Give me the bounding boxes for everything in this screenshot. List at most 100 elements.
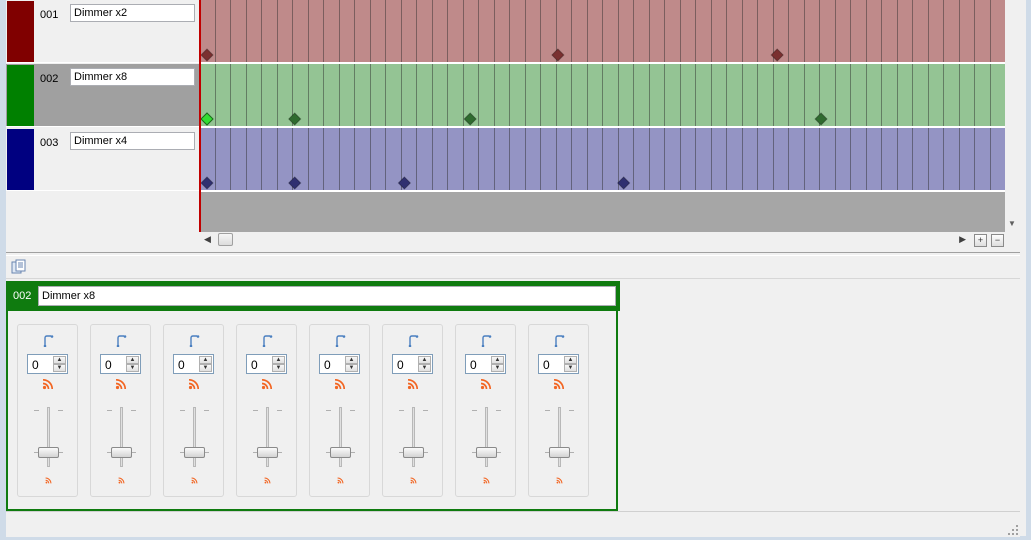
fader-track[interactable] bbox=[412, 407, 415, 467]
vertical-scrollbar[interactable]: ▼ bbox=[1005, 0, 1020, 232]
fader-track[interactable] bbox=[266, 407, 269, 467]
scroll-down-arrow-icon[interactable]: ▼ bbox=[1008, 219, 1016, 228]
rss-icon[interactable] bbox=[42, 378, 54, 393]
rss-icon[interactable] bbox=[410, 475, 417, 487]
keyframe-marker[interactable] bbox=[463, 112, 477, 126]
playback-cursor[interactable] bbox=[199, 0, 201, 232]
rss-icon[interactable] bbox=[480, 378, 492, 393]
keyframe-marker[interactable] bbox=[397, 176, 412, 190]
track-header-002[interactable]: 002 Dimmer x8 bbox=[6, 64, 199, 127]
track-header-001[interactable]: 001 Dimmer x2 bbox=[6, 0, 199, 63]
track-name-field[interactable]: Dimmer x2 bbox=[70, 4, 195, 22]
curve-icon[interactable] bbox=[334, 335, 346, 347]
spinner-up-button[interactable]: ▲ bbox=[126, 356, 139, 364]
channel-value-spinner[interactable]: 0 ▲ ▼ bbox=[246, 354, 287, 374]
keyframe-marker[interactable] bbox=[200, 48, 214, 62]
resize-grip-icon[interactable] bbox=[1008, 525, 1018, 535]
spinner-down-button[interactable]: ▼ bbox=[564, 364, 577, 372]
spinner-down-button[interactable]: ▼ bbox=[126, 364, 139, 372]
rss-icon[interactable] bbox=[553, 378, 565, 393]
rss-icon[interactable] bbox=[188, 378, 200, 393]
fader-knob[interactable] bbox=[330, 447, 351, 458]
rss-icon[interactable] bbox=[337, 475, 344, 487]
spinner-up-button[interactable]: ▲ bbox=[272, 356, 285, 364]
spinner-down-button[interactable]: ▼ bbox=[53, 364, 66, 372]
keyframe-marker[interactable] bbox=[616, 176, 631, 190]
rss-icon[interactable] bbox=[115, 378, 127, 393]
track-header-003[interactable]: 003 Dimmer x4 bbox=[6, 128, 199, 191]
curve-icon[interactable] bbox=[188, 335, 200, 347]
keyframe-marker[interactable] bbox=[814, 112, 828, 126]
rss-icon[interactable] bbox=[334, 378, 346, 393]
rss-icon[interactable] bbox=[407, 378, 419, 393]
rss-icon[interactable] bbox=[264, 475, 271, 487]
fader-knob[interactable] bbox=[38, 447, 59, 458]
track-name-field[interactable]: Dimmer x4 bbox=[70, 132, 195, 150]
curve-icon[interactable] bbox=[42, 335, 54, 347]
fader-track[interactable] bbox=[339, 407, 342, 467]
rss-icon[interactable] bbox=[191, 475, 198, 487]
channel-value-spinner[interactable]: 0 ▲ ▼ bbox=[100, 354, 141, 374]
horizontal-scroll-thumb[interactable] bbox=[218, 233, 233, 246]
track-color-swatch[interactable] bbox=[7, 129, 34, 190]
rss-icon[interactable] bbox=[45, 475, 52, 487]
channel-value-spinner[interactable]: 0 ▲ ▼ bbox=[392, 354, 433, 374]
channel-value-spinner[interactable]: 0 ▲ ▼ bbox=[538, 354, 579, 374]
curve-icon[interactable] bbox=[480, 335, 492, 347]
curve-icon[interactable] bbox=[115, 335, 127, 347]
track-color-swatch[interactable] bbox=[7, 65, 34, 126]
fader-knob[interactable] bbox=[476, 447, 497, 458]
spinner-down-button[interactable]: ▼ bbox=[418, 364, 431, 372]
keyframe-marker[interactable] bbox=[551, 48, 565, 62]
spinner-up-button[interactable]: ▲ bbox=[491, 356, 504, 364]
keyframe-marker[interactable] bbox=[200, 176, 214, 190]
curve-icon[interactable] bbox=[407, 335, 419, 347]
fader-knob[interactable] bbox=[549, 447, 570, 458]
spinner-down-button[interactable]: ▼ bbox=[272, 364, 285, 372]
spinner-up-button[interactable]: ▲ bbox=[345, 356, 358, 364]
spinner-up-button[interactable]: ▲ bbox=[418, 356, 431, 364]
spinner-up-button[interactable]: ▲ bbox=[53, 356, 66, 364]
channel-value-spinner[interactable]: 0 ▲ ▼ bbox=[27, 354, 68, 374]
panel-track-name-field[interactable]: Dimmer x8 bbox=[38, 286, 616, 306]
keyframe-marker[interactable] bbox=[770, 48, 784, 62]
track-lane-001[interactable] bbox=[199, 0, 1005, 64]
spinner-down-button[interactable]: ▼ bbox=[345, 364, 358, 372]
properties-icon[interactable] bbox=[11, 259, 26, 274]
fader-knob[interactable] bbox=[257, 447, 278, 458]
spinner-down-button[interactable]: ▼ bbox=[199, 364, 212, 372]
keyframe-marker[interactable] bbox=[288, 176, 302, 190]
scroll-right-arrow-icon[interactable]: ▶ bbox=[959, 234, 966, 245]
channel-value-spinner[interactable]: 0 ▲ ▼ bbox=[465, 354, 506, 374]
track-name-field[interactable]: Dimmer x8 bbox=[70, 68, 195, 86]
curve-icon[interactable] bbox=[553, 335, 565, 347]
curve-icon[interactable] bbox=[261, 335, 273, 347]
keyframe-marker[interactable] bbox=[200, 112, 214, 126]
fader-knob[interactable] bbox=[403, 447, 424, 458]
fader-track[interactable] bbox=[47, 407, 50, 467]
fader-track[interactable] bbox=[120, 407, 123, 467]
track-lane-002[interactable] bbox=[199, 64, 1005, 128]
fader-knob[interactable] bbox=[111, 447, 132, 458]
horizontal-scrollbar[interactable]: ◀ ▶ bbox=[200, 232, 970, 248]
zoom-in-button[interactable]: + bbox=[974, 234, 987, 247]
rss-icon[interactable] bbox=[118, 475, 125, 487]
spinner-up-button[interactable]: ▲ bbox=[199, 356, 212, 364]
fader-knob[interactable] bbox=[184, 447, 205, 458]
track-lane-003[interactable] bbox=[199, 128, 1005, 192]
spinner-up-button[interactable]: ▲ bbox=[564, 356, 577, 364]
rss-icon[interactable] bbox=[556, 475, 563, 487]
fader-track[interactable] bbox=[485, 407, 488, 467]
spinner-down-button[interactable]: ▼ bbox=[491, 364, 504, 372]
track-color-swatch[interactable] bbox=[7, 1, 34, 62]
rss-icon[interactable] bbox=[261, 378, 273, 393]
pane-splitter[interactable] bbox=[6, 252, 1020, 256]
channel-value-spinner[interactable]: 0 ▲ ▼ bbox=[319, 354, 360, 374]
channel-value-spinner[interactable]: 0 ▲ ▼ bbox=[173, 354, 214, 374]
timeline[interactable] bbox=[199, 0, 1005, 232]
zoom-out-button[interactable]: − bbox=[991, 234, 1004, 247]
scroll-left-arrow-icon[interactable]: ◀ bbox=[204, 234, 211, 245]
rss-icon[interactable] bbox=[483, 475, 490, 487]
fader-track[interactable] bbox=[558, 407, 561, 467]
keyframe-marker[interactable] bbox=[288, 112, 302, 126]
